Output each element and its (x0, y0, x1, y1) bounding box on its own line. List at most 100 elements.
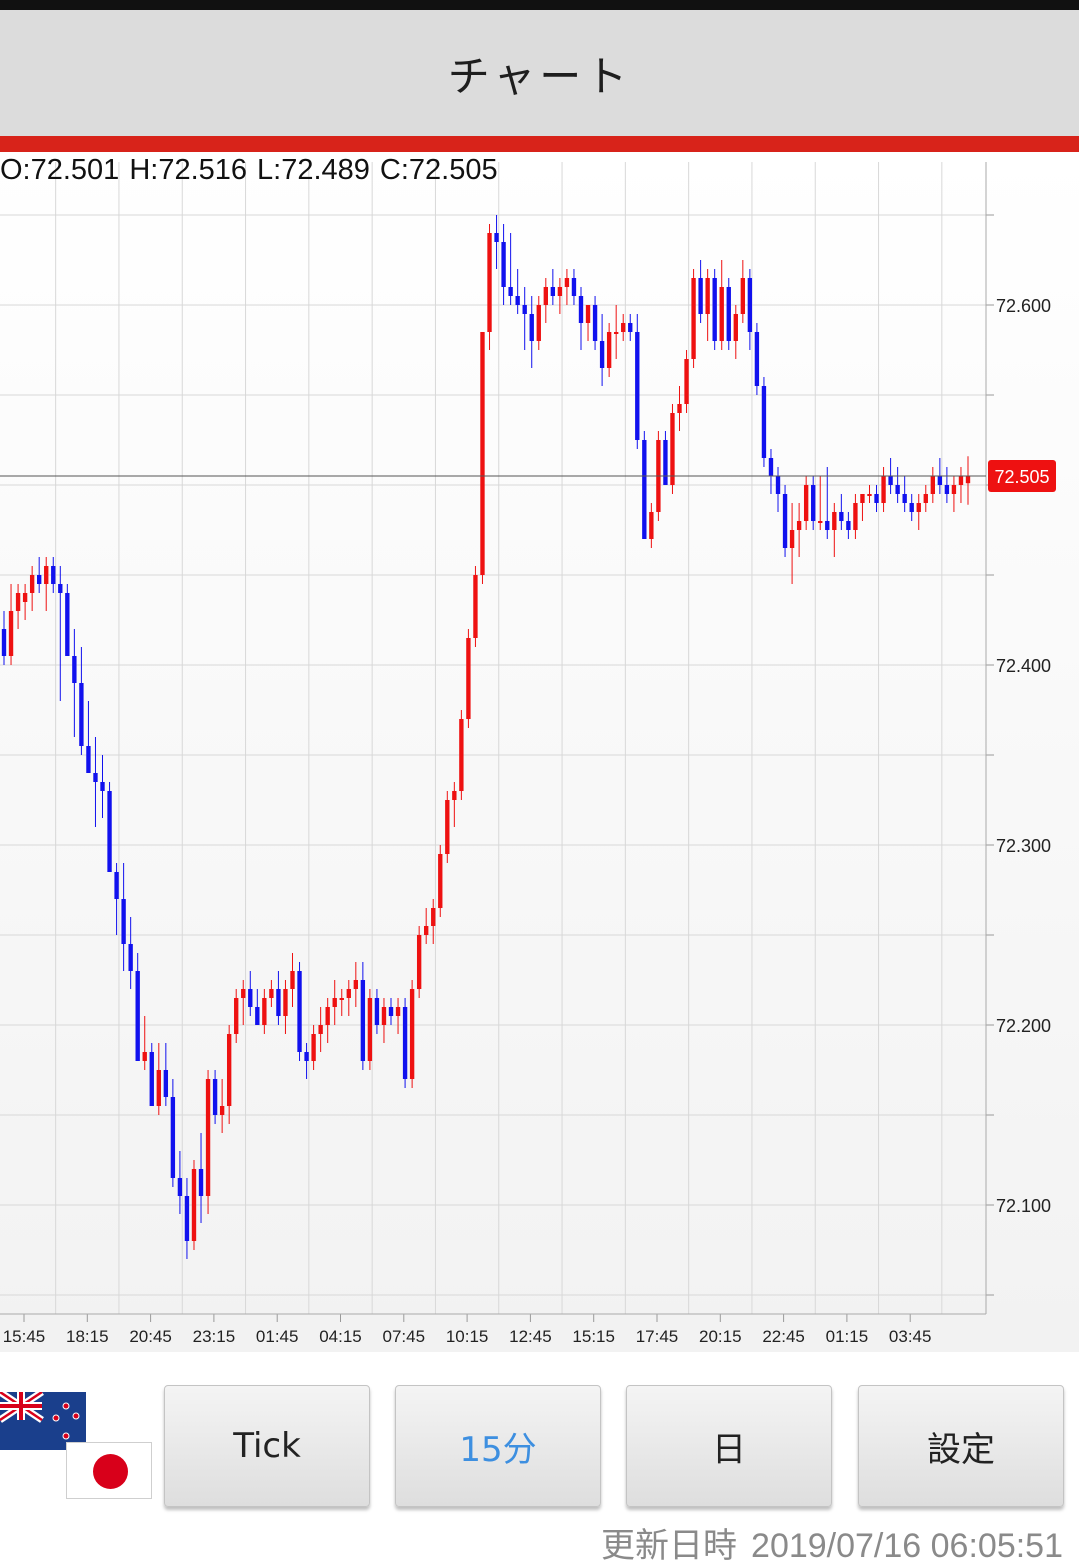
candle-body (290, 971, 295, 989)
candle-body (121, 899, 126, 944)
candle-body (930, 476, 935, 494)
candle-body (501, 242, 506, 287)
candle-body (37, 575, 42, 584)
x-tick-label: 03:45 (889, 1327, 932, 1346)
candle-body (592, 305, 598, 341)
japan-flag-icon[interactable] (66, 1442, 152, 1499)
candle-body (578, 296, 584, 323)
candle-body (191, 1169, 197, 1241)
candle-body (438, 854, 443, 908)
candle-body (100, 782, 105, 791)
candle-body (163, 1070, 169, 1097)
candle-body (234, 998, 239, 1034)
ohlc-open: O:72.501 (0, 154, 120, 186)
candle-body (304, 1052, 309, 1061)
candle-body (332, 998, 337, 1007)
x-tick-label: 10:15 (446, 1327, 489, 1346)
candle-body (360, 980, 366, 1061)
candle-body (86, 746, 91, 773)
candle-body (466, 638, 471, 719)
candle-body (543, 287, 548, 305)
candle-body (585, 305, 591, 323)
update-value: 2019/07/16 06:05:51 (751, 1527, 1063, 1565)
candle-body (642, 440, 647, 539)
candle-body (874, 494, 879, 503)
candle-body (374, 998, 380, 1025)
candle-body (761, 386, 767, 458)
candle-body (65, 593, 70, 656)
candle-body (51, 566, 56, 584)
candle-body (803, 485, 809, 521)
candle-body (219, 1106, 225, 1115)
current-price-label: 72.505 (994, 467, 1049, 487)
candle-body (550, 287, 556, 296)
candle-body (107, 791, 112, 872)
candle-body (677, 404, 682, 413)
candle-body (367, 998, 373, 1061)
x-tick-label: 23:15 (193, 1327, 236, 1346)
x-tick-label: 15:45 (3, 1327, 46, 1346)
candle-body (909, 503, 914, 512)
candle-body (1, 629, 7, 656)
candle-body (58, 584, 63, 593)
candle-body (142, 1052, 147, 1061)
status-strip (0, 0, 1079, 10)
tick-button[interactable]: Tick (164, 1385, 370, 1507)
update-timestamp: 更新日時 2019/07/16 06:05:51 (587, 1518, 1063, 1567)
candle-body (649, 512, 654, 539)
candle-body (768, 458, 774, 476)
candle-body (599, 341, 605, 368)
candle-body (170, 1097, 176, 1178)
candle-body (663, 440, 668, 485)
x-tick-label: 12:45 (509, 1327, 552, 1346)
candle-body (557, 287, 563, 296)
candle-body (867, 494, 872, 496)
candle-body (452, 791, 457, 800)
candle-body (480, 332, 485, 575)
candle-body (177, 1178, 183, 1196)
candle-body (628, 323, 633, 332)
ohlc-low: L:72.489 (257, 154, 370, 186)
candle-body (895, 485, 900, 494)
candle-body (44, 566, 49, 584)
candle-body (255, 1007, 260, 1025)
candle-body (902, 494, 907, 503)
candle-body (522, 305, 527, 314)
candle-body (297, 971, 302, 1052)
candle-body (635, 332, 640, 440)
candle-body (811, 485, 816, 521)
settings-button[interactable]: 設定 (858, 1385, 1064, 1507)
candle-body (276, 989, 281, 1016)
candle-body (937, 476, 943, 485)
candle-body (473, 575, 478, 638)
candle-body (571, 278, 577, 296)
page-title: チャート (447, 51, 632, 101)
candle-body (789, 530, 795, 548)
candle-body (198, 1169, 204, 1196)
candle-body (881, 476, 886, 503)
candle-body (733, 314, 738, 341)
candle-body (923, 494, 928, 503)
y-tick-label: 72.200 (996, 1016, 1051, 1036)
candle-body (29, 575, 35, 593)
candle-body (691, 278, 696, 359)
candlestick-chart[interactable]: 15:45 18:15 20:45 23:15 01:45 04:15 07:45 10:15… (0, 152, 1079, 1352)
x-tick-label: 04:15 (319, 1327, 362, 1346)
timeframe-15min-button[interactable]: 15分 (395, 1385, 601, 1507)
candle-body (311, 1034, 316, 1061)
candle-body (135, 971, 140, 1061)
candle-body (951, 485, 957, 494)
x-tick-label: 15:15 (572, 1327, 615, 1346)
candle-body (325, 1007, 330, 1025)
candle-body (740, 278, 746, 314)
ohlc-readout: O:72.501 H:72.516 L:72.489 C:72.505 (0, 154, 508, 187)
chart-area[interactable]: 15:45 18:15 20:45 23:15 01:45 04:15 07:45 10:15… (0, 152, 1079, 1352)
candle-body (944, 485, 950, 494)
candle-body (888, 476, 893, 485)
candle-body (424, 926, 429, 935)
candle-body (719, 287, 724, 341)
candle-body (726, 287, 731, 341)
ohlc-close: C:72.505 (379, 154, 498, 186)
day-button[interactable]: 日 (626, 1385, 832, 1507)
candle-body (705, 278, 710, 314)
